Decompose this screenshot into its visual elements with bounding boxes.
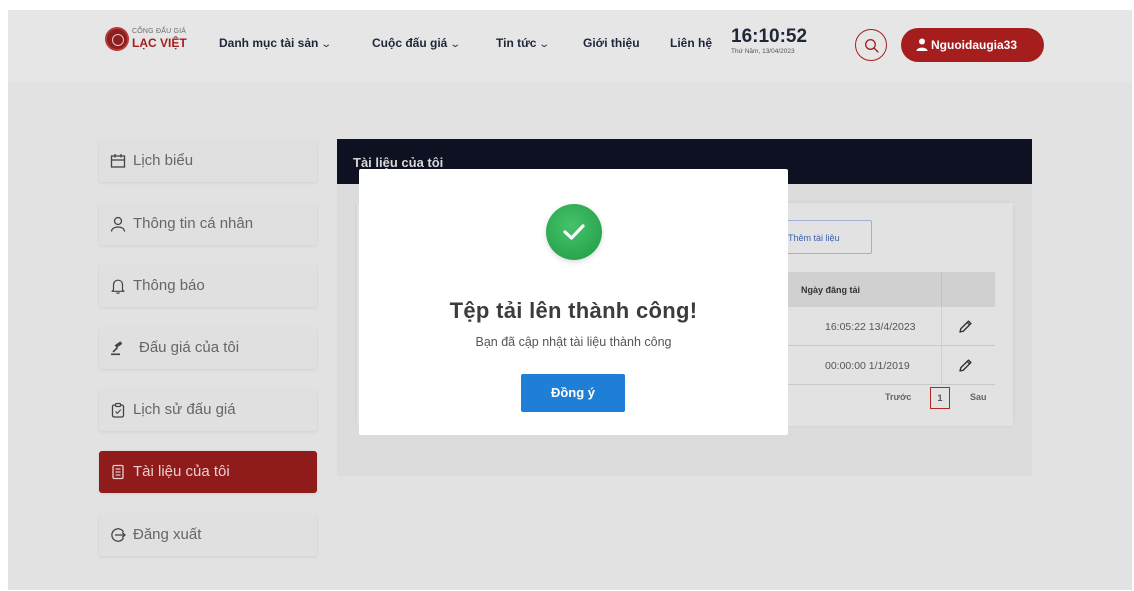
logout-icon: [111, 528, 126, 542]
search-icon: [865, 39, 879, 53]
column-header-upload-date: Ngày đăng tải: [801, 285, 861, 295]
nav-label: Liên hệ: [670, 36, 713, 50]
upload-success-dialog: Tệp tải lên thành công! Bạn đã cập nhật …: [359, 169, 788, 435]
sidebar-item-lich-bieu[interactable]: Lịch biểu: [99, 140, 317, 182]
search-button[interactable]: [855, 29, 887, 61]
chevron-down-icon: ⌄: [538, 39, 551, 50]
edit-pencil-icon[interactable]: [957, 357, 974, 374]
user-account-button[interactable]: Nguoidaugia33: [901, 28, 1044, 62]
nav-tin-tuc[interactable]: Tin tức ⌄: [496, 36, 551, 50]
success-check-icon: [546, 204, 602, 260]
sidebar-item-label: Đăng xuất: [133, 526, 202, 543]
nav-label: Danh mục tài sản: [219, 36, 319, 50]
sidebar-item-thong-bao[interactable]: Thông báo: [99, 265, 317, 307]
pagination-page-current[interactable]: 1: [930, 387, 950, 409]
sidebar-item-tai-lieu-cua-toi[interactable]: Tài liệu của tôi: [99, 451, 317, 493]
nav-lien-he[interactable]: Liên hệ: [670, 36, 712, 50]
pagination-prev[interactable]: Trước: [885, 392, 911, 402]
clock-date: Thứ Năm, 13/04/2023: [731, 48, 795, 55]
sidebar-item-label: Lịch biểu: [133, 152, 194, 169]
sidebar-item-dau-gia-cua-toi[interactable]: Đấu giá của tôi: [99, 327, 317, 369]
sidebar-item-label: Thông tin cá nhân: [133, 215, 254, 232]
table-row: 00:00:00 1/1/2019: [787, 346, 995, 385]
sidebar-item-lich-su-dau-gia[interactable]: Lịch sử đấu giá: [99, 389, 317, 431]
chevron-down-icon: ⌄: [449, 39, 462, 50]
bell-icon: [111, 279, 125, 294]
row-upload-date: 00:00:00 1/1/2019: [825, 360, 910, 372]
nav-gioi-thieu[interactable]: Giới thiệu: [583, 36, 640, 50]
nav-label: Cuộc đấu giá: [372, 36, 448, 50]
gavel-icon: [111, 341, 123, 356]
sidebar-item-label: Lịch sử đấu giá: [133, 401, 236, 418]
nav-label: Giới thiệu: [583, 36, 640, 50]
row-upload-date: 16:05:22 13/4/2023: [825, 321, 916, 333]
dialog-message: Bạn đã cập nhật tài liệu thành công: [475, 335, 672, 349]
dialog-title: Tệp tải lên thành công!: [449, 298, 698, 323]
table-row: 16:05:22 13/4/2023: [787, 307, 995, 346]
column-divider: [941, 307, 942, 346]
confirm-ok-button[interactable]: Đồng ý: [521, 374, 625, 412]
sidebar-item-label: Đấu giá của tôi: [139, 339, 240, 356]
document-icon: [112, 464, 124, 480]
edit-pencil-icon[interactable]: [957, 318, 974, 335]
page-frame: CỔNG ĐẤU GIÁ LẠC VIỆT Danh mục tài sản ⌄ …: [8, 10, 1132, 590]
nav-cuoc-dau-gia[interactable]: Cuộc đấu giá ⌄: [372, 36, 462, 50]
pagination-next[interactable]: Sau: [970, 392, 987, 402]
add-document-button[interactable]: Thêm tài liệu: [780, 220, 872, 254]
top-header: CỔNG ĐẤU GIÁ LẠC VIỆT Danh mục tài sản ⌄ …: [8, 10, 1132, 82]
table-header: Ngày đăng tải: [787, 272, 995, 307]
nav-danh-muc-tai-san[interactable]: Danh mục tài sản ⌄: [219, 36, 333, 50]
add-document-label: Thêm tài liệu: [788, 233, 840, 243]
sidebar-item-thong-tin-ca-nhan[interactable]: Thông tin cá nhân: [99, 203, 317, 245]
sidebar-item-label: Tài liệu của tôi: [133, 463, 230, 480]
clipboard-icon: [111, 402, 125, 418]
column-divider: [941, 346, 942, 385]
sidebar-item-label: Thông báo: [133, 277, 205, 294]
column-divider: [941, 272, 942, 307]
checkmark-icon: [563, 224, 585, 240]
logo-top-text: CỔNG ĐẤU GIÁ: [132, 28, 187, 35]
logo-seal-icon: [105, 27, 129, 51]
clock-time: 16:10:52: [731, 26, 808, 47]
panel-title: Tài liệu của tôi: [353, 155, 444, 170]
nav-label: Tin tức: [496, 36, 537, 50]
sidebar-item-dang-xuat[interactable]: Đăng xuất: [99, 514, 317, 556]
logo-brand-name: LẠC VIỆT: [132, 36, 187, 50]
site-logo[interactable]: CỔNG ĐẤU GIÁ LẠC VIỆT: [105, 27, 205, 63]
user-icon: [916, 38, 928, 51]
user-name: Nguoidaugia33: [931, 38, 1018, 52]
chevron-down-icon: ⌄: [320, 39, 333, 50]
calendar-icon: [110, 154, 126, 168]
user-icon: [110, 216, 126, 232]
